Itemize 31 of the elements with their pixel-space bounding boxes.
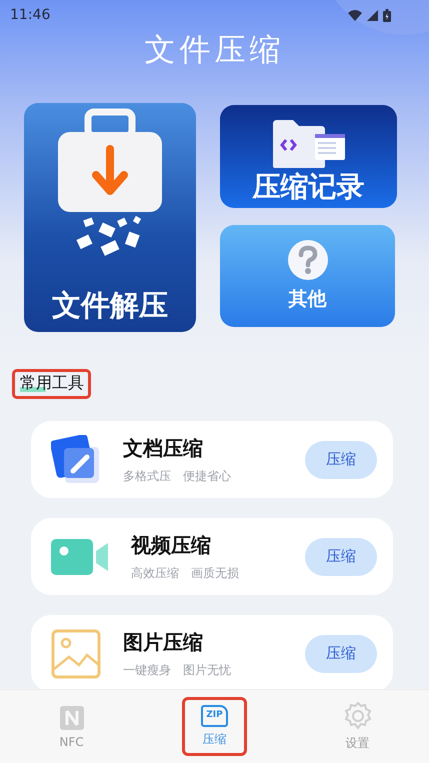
other-card[interactable]: 其他 [220, 225, 395, 327]
nav-tab[interactable]: ZIP 压缩 [191, 703, 238, 750]
image-icon [51, 628, 101, 678]
tool-subtitle: 高效压缩 画质无损 [131, 564, 240, 582]
section-title: 常用工具 [20, 373, 84, 392]
battery-icon [383, 8, 391, 22]
wifi-icon [348, 10, 362, 20]
tool-subtitle: 一键瘦身 图片无忧 [123, 662, 232, 678]
tool-subtitle: 多格式压 便捷省心 [123, 468, 232, 484]
video-camera-icon [51, 536, 109, 576]
tool-title: 视频压缩 [131, 532, 212, 558]
tool-card[interactable]: 文档压缩 多格式压 便捷省心 压缩 [31, 421, 393, 498]
tool-card[interactable]: 视频压缩 高效压缩 画质无损 压缩 [31, 518, 393, 595]
app-title: 文件压缩 [144, 31, 286, 70]
tool-card[interactable]: 图片压缩 一键瘦身 图片无忧 压缩 [31, 615, 393, 692]
extract-card[interactable]: 文件解压 [24, 103, 196, 332]
zip-file-icon: ZIP [201, 705, 228, 727]
question-icon [288, 240, 328, 280]
nav-tab[interactable]: 设置 [332, 699, 382, 754]
document-edit-icon [51, 434, 101, 484]
history-card[interactable]: 压缩记录 [220, 105, 397, 208]
tool-title: 图片压缩 [123, 628, 204, 656]
nav-tab[interactable]: NFC [48, 702, 94, 750]
signal-icon [367, 10, 378, 20]
compress-button[interactable]: 压缩 [305, 634, 377, 672]
compress-button[interactable]: 压缩 [305, 538, 377, 576]
settings-icon [342, 701, 372, 731]
status-time: 11:46 [10, 7, 50, 23]
nfc-icon [58, 704, 84, 730]
tool-title: 文档压缩 [123, 434, 204, 462]
compress-button[interactable]: 压缩 [305, 440, 377, 478]
